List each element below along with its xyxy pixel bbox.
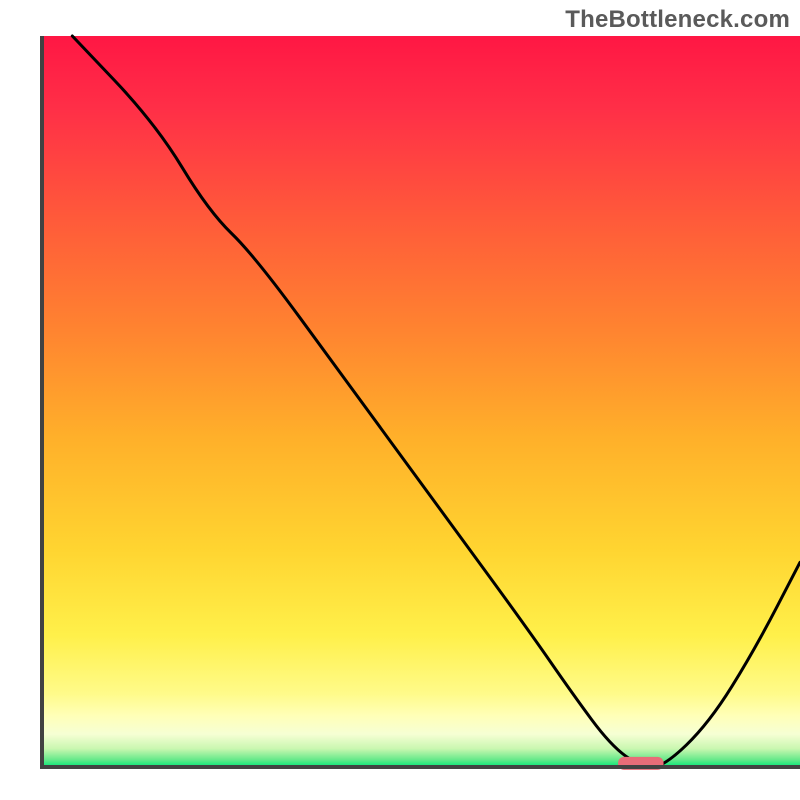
bottleneck-chart	[0, 0, 800, 800]
chart-container: TheBottleneck.com	[0, 0, 800, 800]
plot-background	[42, 36, 800, 767]
watermark-text: TheBottleneck.com	[565, 6, 790, 34]
